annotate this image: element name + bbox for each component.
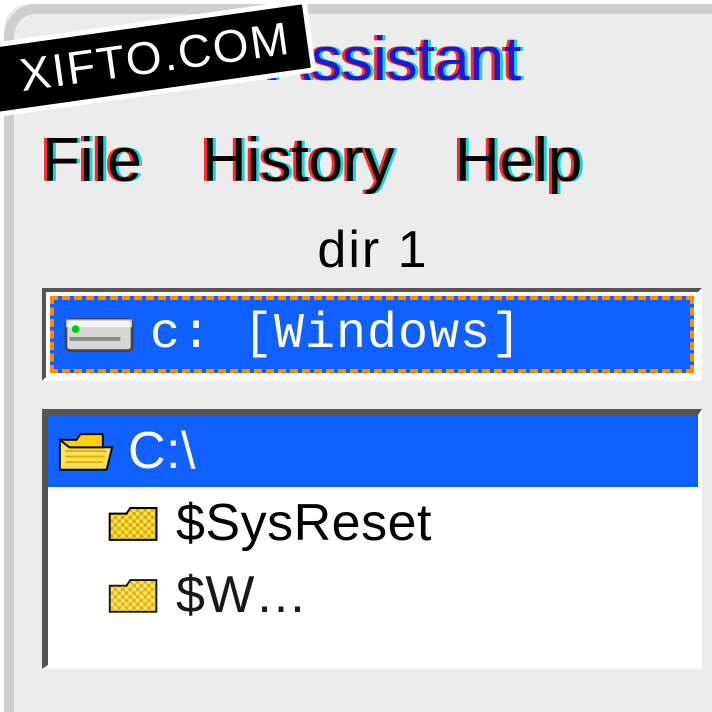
tree-item[interactable]: $SysReset: [48, 487, 698, 559]
tree-root[interactable]: C:\: [48, 415, 698, 487]
tree-item-label: $SysReset: [176, 493, 432, 553]
app-window: XIFTO.COM Sync Assistant File: [0, 0, 712, 712]
tree-root-label: C:\: [128, 421, 196, 481]
folder-open-icon: [58, 428, 114, 474]
tree-item-partial[interactable]: $W…: [48, 559, 698, 631]
menu-file[interactable]: File: [42, 125, 142, 196]
folder-icon: [58, 572, 162, 618]
menu-history[interactable]: History: [202, 125, 395, 196]
tree-item-label-cut: $W…: [176, 565, 308, 625]
folder-tree[interactable]: C:\ $SysReset: [42, 409, 702, 669]
panel-title: dir 1: [53, 220, 693, 280]
drive-icon: [64, 313, 134, 357]
folder-icon: [58, 500, 162, 546]
menu-help[interactable]: Help: [455, 125, 583, 196]
drive-combo-selected[interactable]: c: [Windows]: [50, 296, 694, 373]
drive-combo[interactable]: c: [Windows]: [42, 288, 702, 381]
dir-panel: dir 1 c: [Windows]: [34, 220, 712, 669]
menubar: File History Help: [4, 101, 712, 214]
drive-label: c: [Windows]: [150, 306, 522, 363]
